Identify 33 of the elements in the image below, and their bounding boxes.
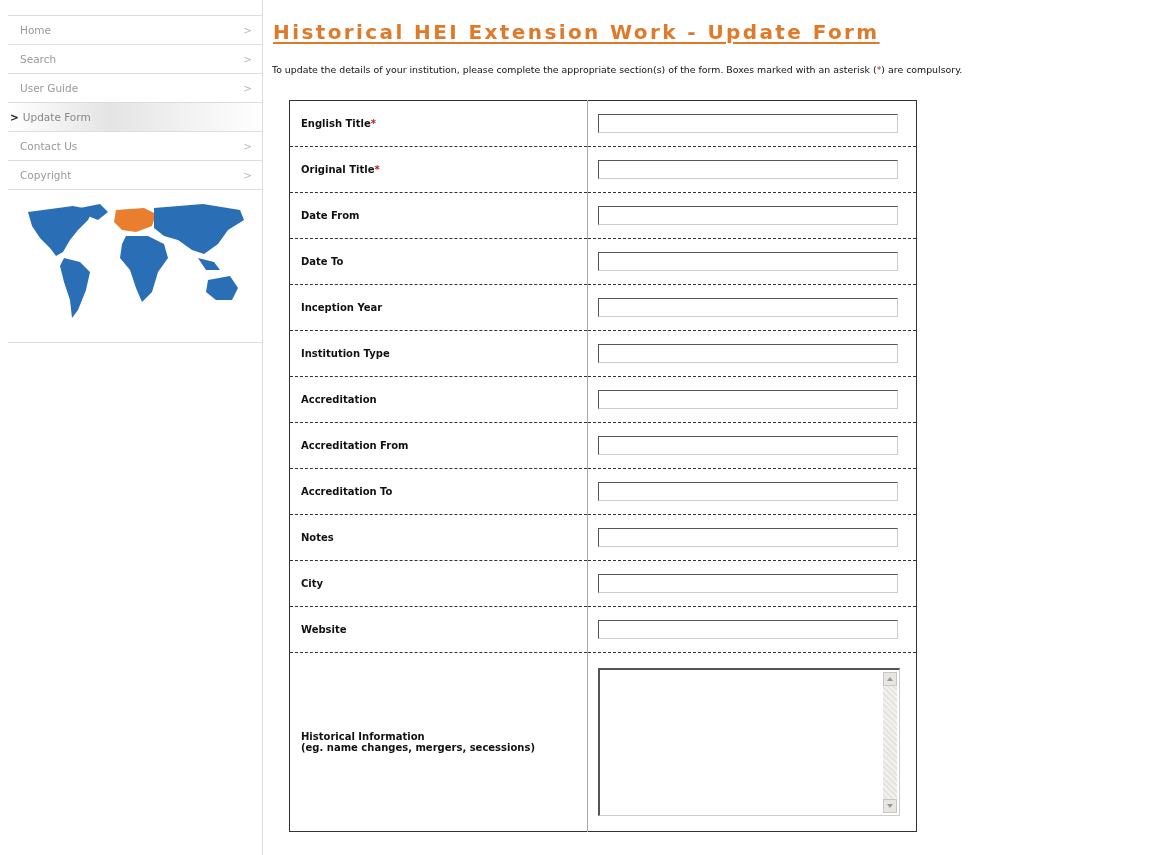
input-field[interactable] bbox=[598, 620, 898, 639]
field-label: Accreditation From bbox=[301, 440, 409, 451]
field-label: Website bbox=[301, 624, 347, 635]
input-field[interactable] bbox=[598, 436, 898, 455]
field-label: Original Title* bbox=[301, 164, 380, 175]
sidebar-item[interactable]: Search > bbox=[8, 45, 262, 74]
page-title: Historical HEI Extension Work - Update Form bbox=[273, 20, 881, 44]
field-label: English Title* bbox=[301, 118, 376, 129]
field-label: City bbox=[301, 578, 324, 589]
input-field[interactable] bbox=[598, 298, 898, 317]
field-label: Accreditation To bbox=[301, 486, 393, 497]
sidebar-item[interactable]: Copyright > bbox=[8, 161, 262, 190]
text-area[interactable] bbox=[598, 668, 900, 816]
field-label: Notes bbox=[301, 532, 334, 543]
sidebar-item[interactable]: > Update Form bbox=[8, 103, 262, 132]
input-field[interactable] bbox=[598, 252, 898, 271]
sidebar-item[interactable]: Home > bbox=[8, 16, 262, 45]
field-label: Historical Information (eg. name changes, mergers, secessions) bbox=[301, 731, 535, 753]
input-field[interactable] bbox=[598, 344, 898, 363]
field-label: Inception Year bbox=[301, 302, 383, 313]
field-label: Accreditation bbox=[301, 394, 377, 405]
input-field[interactable] bbox=[598, 482, 898, 501]
input-field[interactable] bbox=[598, 160, 898, 179]
input-field[interactable] bbox=[598, 528, 898, 547]
intro-text: To update the details of your institution, please complete the appropriate section(s) of the form. Boxes marked with an asterisk (*) are compulsory. bbox=[272, 64, 964, 75]
input-field[interactable] bbox=[598, 390, 898, 409]
input-field[interactable] bbox=[598, 114, 898, 133]
sidebar-item[interactable]: Contact Us > bbox=[8, 132, 262, 161]
field-label: Date To bbox=[301, 256, 344, 267]
input-field[interactable] bbox=[598, 574, 898, 593]
field-label: Date From bbox=[301, 210, 360, 221]
field-label: Institution Type bbox=[301, 348, 390, 359]
input-field[interactable] bbox=[598, 206, 898, 225]
